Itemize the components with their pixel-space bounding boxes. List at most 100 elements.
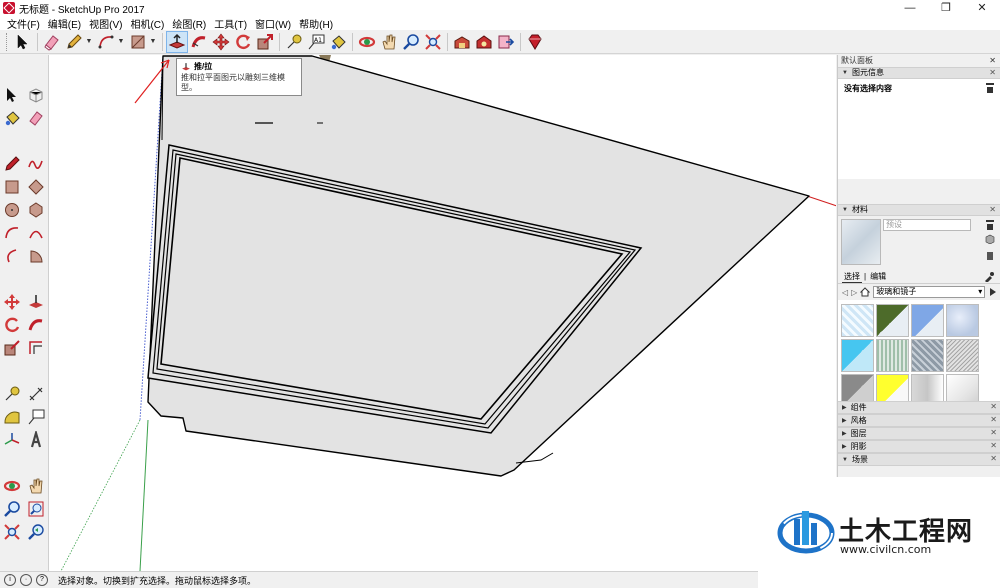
drawing-viewport[interactable] (48, 55, 836, 571)
text-button[interactable] (25, 406, 47, 428)
previous-view-button[interactable] (25, 521, 47, 543)
text-tool-button[interactable]: A1 (305, 31, 327, 53)
push-pull-tool-button[interactable] (166, 30, 188, 53)
freehand-button[interactable] (25, 153, 47, 175)
panel-close-icon[interactable]: ✕ (990, 428, 997, 438)
tab-edit[interactable]: 编辑 (868, 271, 888, 282)
menu-edit[interactable]: 编辑(E) (44, 16, 85, 31)
back-arrow-icon[interactable]: ◁ (842, 288, 848, 297)
dimension-button[interactable] (25, 383, 47, 405)
menu-tools[interactable]: 工具(T) (210, 16, 251, 31)
materials-header[interactable]: ▼ 材料 ✕ (838, 204, 1000, 216)
layers-panel-header[interactable]: ▶ 图层 ✕ (838, 427, 1000, 440)
orbit-button[interactable] (1, 475, 23, 497)
material-swatch[interactable] (946, 304, 979, 337)
material-swatch[interactable] (876, 304, 909, 337)
two-point-arc-button[interactable] (25, 222, 47, 244)
panel-close-icon[interactable]: ✕ (990, 441, 997, 451)
rotate-tool-button[interactable] (232, 31, 254, 53)
offset-button[interactable] (25, 337, 47, 359)
menu-help[interactable]: 帮助(H) (295, 16, 337, 31)
menu-view[interactable]: 视图(V) (85, 16, 126, 31)
3d-text-button[interactable] (25, 429, 47, 451)
line-dropdown-icon[interactable]: ▼ (85, 38, 93, 45)
material-swatch[interactable] (946, 339, 979, 372)
tray-pin-icon[interactable]: ✕ (989, 55, 996, 67)
info-icon[interactable]: i (4, 574, 16, 586)
geo-location-icon[interactable]: · (20, 574, 32, 586)
make-component-button[interactable] (25, 84, 47, 106)
polygon-button[interactable] (25, 199, 47, 221)
material-library-select[interactable]: 玻璃和镜子 (873, 286, 986, 298)
panel-close-icon[interactable]: ✕ (989, 68, 996, 78)
paint-bucket-tool-button[interactable] (327, 31, 349, 53)
zoom-window-button[interactable] (25, 498, 47, 520)
material-swatch[interactable] (841, 339, 874, 372)
tape-measure-tool-button[interactable] (283, 31, 305, 53)
material-swatch[interactable] (911, 304, 944, 337)
menu-window[interactable]: 窗口(W) (251, 16, 295, 31)
details-toggle-icon[interactable] (986, 83, 994, 93)
create-material-icon[interactable] (985, 234, 995, 244)
send-to-layout-button[interactable] (495, 31, 517, 53)
arc-dropdown-icon[interactable]: ▼ (117, 38, 125, 45)
styles-panel-header[interactable]: ▶ 风格 ✕ (838, 414, 1000, 427)
credits-icon[interactable]: ? (36, 574, 48, 586)
model-canvas[interactable] (49, 55, 836, 571)
panel-close-icon[interactable]: ✕ (989, 205, 996, 215)
protractor-button[interactable] (1, 406, 23, 428)
extension-warehouse-button[interactable] (473, 31, 495, 53)
toolbar-grip[interactable] (6, 32, 9, 51)
select-tool-button[interactable] (12, 31, 34, 53)
eraser-button[interactable] (25, 107, 47, 129)
arc-tool-button[interactable] (95, 31, 117, 53)
entity-info-header[interactable]: ▼ 图元信息 ✕ (838, 67, 1000, 79)
select-button[interactable] (1, 84, 23, 106)
home-icon[interactable] (860, 287, 871, 297)
warehouse-button[interactable] (451, 31, 473, 53)
rotated-rectangle-button[interactable] (25, 176, 47, 198)
follow-me-tool-button[interactable] (188, 31, 210, 53)
material-swatch[interactable] (911, 339, 944, 372)
material-swatch[interactable] (841, 304, 874, 337)
panel-close-icon[interactable]: ✕ (990, 402, 997, 412)
material-preview-swatch[interactable] (841, 219, 881, 265)
panel-close-icon[interactable]: ✕ (990, 415, 997, 425)
orbit-tool-button[interactable] (356, 31, 378, 53)
tape-measure-button[interactable] (1, 383, 23, 405)
rectangle-tool-button[interactable] (127, 31, 149, 53)
paint-button[interactable] (1, 107, 23, 129)
eyedropper-icon[interactable] (984, 272, 994, 282)
zoom-button[interactable] (1, 498, 23, 520)
material-swatch[interactable] (876, 339, 909, 372)
pie-button[interactable] (25, 245, 47, 267)
push-pull-button[interactable] (25, 291, 47, 313)
scale-tool-button[interactable] (254, 31, 276, 53)
details-arrow-icon[interactable] (988, 287, 998, 297)
line-button[interactable] (1, 153, 23, 175)
move-button[interactable] (1, 291, 23, 313)
arc-button[interactable] (1, 222, 23, 244)
shape-dropdown-icon[interactable]: ▼ (149, 38, 157, 45)
tab-select[interactable]: 选择 (842, 271, 862, 283)
three-point-arc-button[interactable] (1, 245, 23, 267)
menu-file[interactable]: 文件(F) (3, 16, 44, 31)
axes-button[interactable] (1, 429, 23, 451)
rotate-button[interactable] (1, 314, 23, 336)
circle-button[interactable] (1, 199, 23, 221)
components-panel-header[interactable]: ▶ 组件 ✕ (838, 401, 1000, 414)
forward-arrow-icon[interactable]: ▷ (851, 288, 857, 297)
details-toggle-icon[interactable] (986, 220, 994, 230)
close-button[interactable]: ✕ (964, 0, 1000, 16)
menu-draw[interactable]: 绘图(R) (168, 16, 210, 31)
extension-manager-button[interactable] (524, 31, 546, 53)
menu-camera[interactable]: 相机(C) (126, 16, 168, 31)
eraser-tool-button[interactable] (41, 31, 63, 53)
rectangle-button[interactable] (1, 176, 23, 198)
line-tool-button[interactable] (63, 31, 85, 53)
zoom-tool-button[interactable] (400, 31, 422, 53)
minimize-button[interactable]: — (892, 0, 928, 16)
scale-button[interactable] (1, 337, 23, 359)
pan-tool-button[interactable] (378, 31, 400, 53)
zoom-extents-tool-button[interactable] (422, 31, 444, 53)
